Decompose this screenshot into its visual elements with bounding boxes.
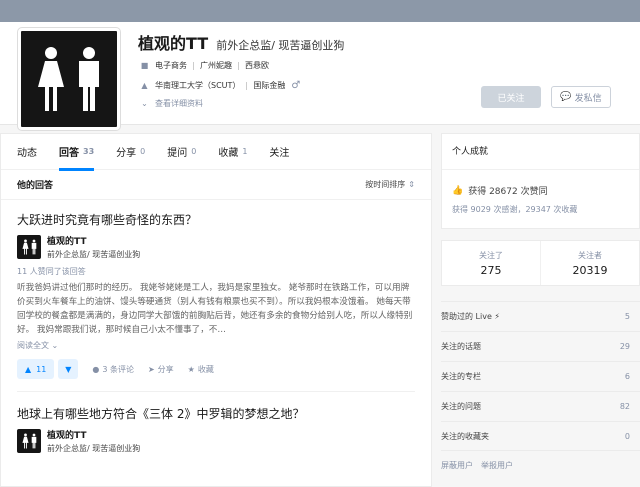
chevron-down-icon: ⌄ [51,341,59,350]
question-title[interactable]: 地球上有哪些地方符合《三体 2》中罗辑的梦想之地？ [17,406,415,422]
position: 西悬欧 [245,61,269,70]
restroom-male-icon [79,47,99,111]
collect-button[interactable]: ★ 收藏 [188,364,214,375]
restroom-male-icon [31,433,36,449]
sidebar-item-favorites[interactable]: 关注的收藏夹 0 [441,421,640,451]
tab-following[interactable]: 关注 [269,134,289,170]
tab-answers[interactable]: 回答 33 [59,134,95,171]
tab-questions[interactable]: 提问 0 [167,134,196,170]
achievements-title: 个人成就 [442,134,639,170]
answer-author: 植观的TT 前外企总监/ 现苦逼创业狗 [17,428,415,454]
follow-button[interactable]: 已关注 [481,86,541,108]
thumbs-up-icon: 👍 [452,185,464,196]
tab-activity[interactable]: 动态 [17,134,37,170]
industry: 电子商务 [155,61,187,70]
graduation-cap-icon: ▲ [141,81,148,90]
author-headline: 前外企总监/ 现苦逼创业狗 [47,250,141,259]
list-title: 他的回答 [17,181,54,191]
triangle-up-icon: ▲ [25,364,32,374]
achievements-card: 个人成就 👍 获得 28672 次赞同 获得 9029 次感谢，29347 次收… [441,133,640,229]
profile-name: 植观的TT [138,34,209,53]
main-column: 动态 回答 33 分享 0 提问 0 收藏 1 关注 他的回答 按时间排序 ⇕ 大跃进时… [0,133,432,487]
answer-excerpt[interactable]: 听我爸妈讲过他们那时的经历。 我姥爷姥姥是工人，我妈是家里独女。 姥爷那时在铁路… [17,281,415,337]
sidebar-item-topics[interactable]: 关注的话题 29 [441,331,640,361]
sort-dropdown[interactable]: 按时间排序 ⇕ [365,179,415,190]
restroom-female-icon [21,239,29,255]
following-stat[interactable]: 关注了 275 [442,241,540,285]
info-business: ■ 电子商务 广州妮趣 西悬欧 [140,60,269,71]
downvote-button[interactable]: ▼ [58,359,79,379]
briefcase-icon: ■ [140,61,149,70]
restroom-male-icon [31,239,36,255]
more-info-link[interactable]: ⌄ 查看详细资料 [140,98,203,109]
author-headline: 前外企总监/ 现苦逼创业狗 [47,444,141,453]
school: 华南理工大学（SCUT） [155,81,241,90]
achievements-thanks: 获得 9029 次感谢，29347 次收藏 [452,205,578,214]
answer-item: 大跃进时究竟有哪些奇怪的东西？ 植观的TT 前外企总监/ 现苦逼创业狗 11 人… [1,200,431,379]
sidebar-links: 赞助过的 Live ⚡ 5 关注的话题 29 关注的专栏 6 关注的问题 82 关注的收… [441,301,640,452]
follow-stats-card: 关注了 275 关注者 20319 [441,240,640,286]
followers-count: 20319 [572,263,608,277]
achievements-likes: 👍 获得 28672 次赞同 [452,185,548,198]
following-count: 275 [480,263,502,277]
profile-cover [0,0,640,22]
info-education: ▲ 华南理工大学（SCUT） 国际金融 ♂ [140,80,300,91]
sidebar-item-live[interactable]: 赞助过的 Live ⚡ 5 [441,301,640,331]
message-button[interactable]: 💬 发私信 [551,86,611,108]
comments-button[interactable]: ● 3 条评论 [92,364,134,375]
sidebar-item-questions[interactable]: 关注的问题 82 [441,391,640,421]
profile-headline: 前外企总监/ 现苦逼创业狗 [216,39,345,52]
location: 广州妮趣 [200,61,232,70]
answer-item: 地球上有哪些地方符合《三体 2》中罗辑的梦想之地？ 植观的TT 前外企总监/ 现… [1,392,431,454]
question-title[interactable]: 大跃进时究竟有哪些奇怪的东西？ [17,212,415,228]
triangle-down-icon: ▼ [65,364,72,374]
author-avatar[interactable] [17,429,41,453]
comment-icon: ● [92,364,100,374]
chat-bubble-icon: 💬 [560,92,572,102]
profile-card: 植观的TT 前外企总监/ 现苦逼创业狗 ■ 电子商务 广州妮趣 西悬欧 ▲ 华南… [0,22,640,130]
share-button[interactable]: ➤ 分享 [148,364,174,375]
block-user-link[interactable]: 屏蔽用户 [441,460,473,471]
answer-author: 植观的TT 前外企总监/ 现苦逼创业狗 [17,234,415,260]
sidebar-item-columns[interactable]: 关注的专栏 6 [441,361,640,391]
sort-arrows-icon: ⇕ [408,180,415,189]
gender-icon: ♂ [291,80,301,91]
tab-collections[interactable]: 收藏 1 [218,134,247,170]
vote-info[interactable]: 11 人赞同了该回答 [17,266,415,277]
answer-actions: ▲ 11 ▼ ● 3 条评论 ➤ 分享 ★ 收藏 [17,359,415,379]
footer-links: 屏蔽用户 举报用户 [441,460,513,471]
upvote-button[interactable]: ▲ 11 [17,359,55,379]
star-icon: ★ [187,364,195,374]
restroom-female-icon [38,47,64,111]
restroom-female-icon [21,433,29,449]
chevron-down-icon: ⌄ [141,99,148,108]
profile-tabs: 动态 回答 33 分享 0 提问 0 收藏 1 关注 [1,134,431,171]
followers-stat[interactable]: 关注者 20319 [540,241,639,285]
major: 国际金融 [253,81,286,90]
author-name[interactable]: 植观的TT [47,234,140,247]
list-header: 他的回答 按时间排序 ⇕ [1,170,431,200]
tab-shares[interactable]: 分享 0 [116,134,145,170]
report-user-link[interactable]: 举报用户 [481,460,513,471]
author-name[interactable]: 植观的TT [47,428,140,441]
read-more-link[interactable]: 阅读全文 ⌄ [17,340,415,351]
avatar[interactable] [18,28,120,130]
share-icon: ➤ [147,364,155,374]
author-avatar[interactable] [17,235,41,259]
